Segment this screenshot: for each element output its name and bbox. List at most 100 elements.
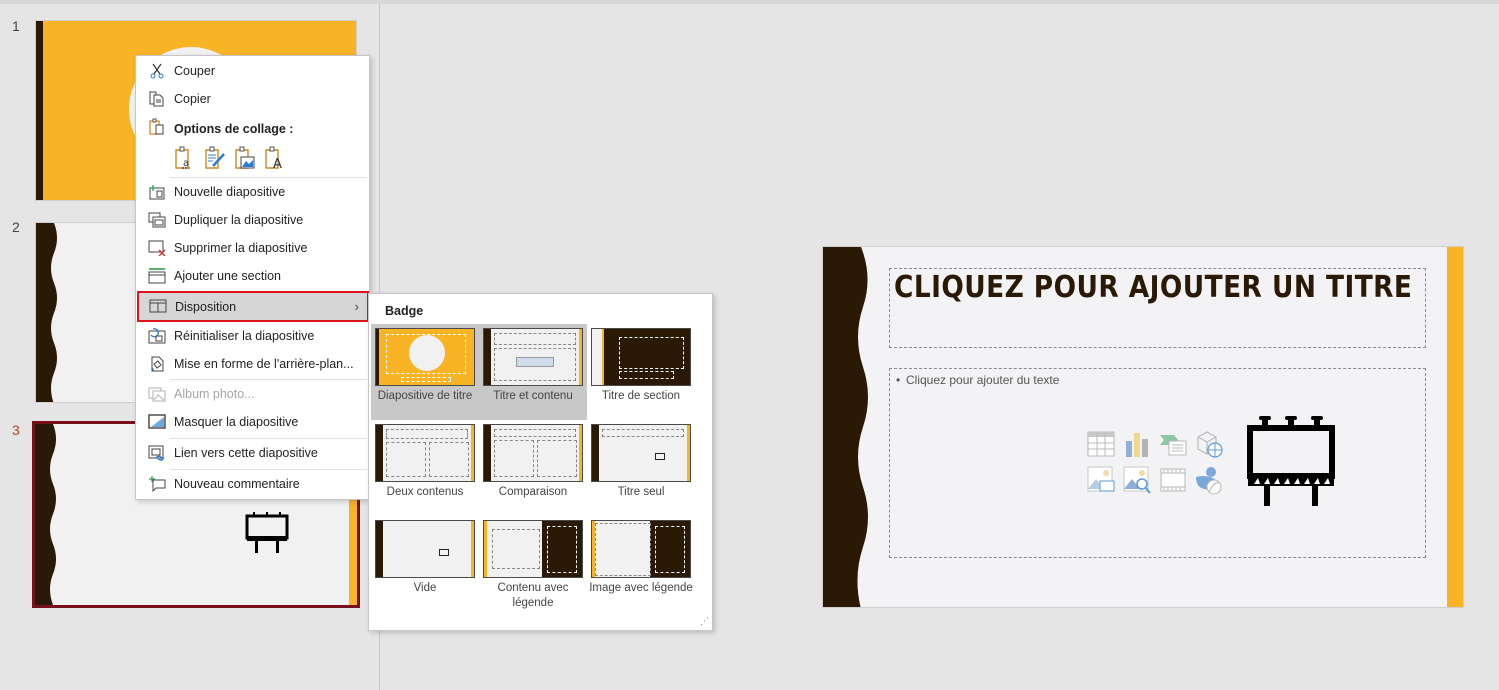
resize-grip-icon[interactable]: ⋰ bbox=[700, 616, 709, 627]
insert-stock-images-button[interactable] bbox=[1122, 465, 1152, 495]
menu-item-label: Mise en forme de l'arrière-plan... bbox=[174, 357, 354, 371]
menu-item-copy[interactable]: Copier bbox=[136, 85, 369, 113]
layout-submenu: Badge Diapositive de titre Titre et cont… bbox=[368, 293, 713, 631]
content-placeholder[interactable]: • Cliquez pour ajouter du texte bbox=[889, 368, 1426, 558]
insert-icons-button[interactable] bbox=[1194, 465, 1224, 495]
layout-thumbnail bbox=[483, 328, 583, 386]
layout-title-and-content[interactable]: Titre et contenu bbox=[479, 324, 587, 404]
insert-smartart-icon bbox=[1160, 435, 1187, 456]
layout-thumbnail bbox=[375, 328, 475, 386]
insert-chart-button[interactable] bbox=[1122, 429, 1152, 459]
gold-side-bar bbox=[1447, 247, 1463, 607]
menu-item-label: Disposition bbox=[175, 299, 237, 314]
layout-label: Image avec légende bbox=[589, 582, 693, 594]
paste-options-heading: Options de collage : bbox=[174, 122, 294, 136]
layout-label: Titre et contenu bbox=[493, 390, 573, 402]
layout-label: Titre de section bbox=[601, 390, 681, 402]
layout-label: Contenu avec légende bbox=[497, 582, 569, 609]
paste-use-destination-theme-button[interactable]: a bbox=[174, 146, 194, 170]
layout-content-with-caption[interactable]: Contenu avec légende bbox=[479, 516, 587, 611]
layout-thumbnail bbox=[375, 520, 475, 578]
menu-item-add-section[interactable]: Ajouter une section bbox=[136, 262, 369, 290]
layout-blank[interactable]: Vide bbox=[371, 516, 479, 596]
layout-picture-with-caption[interactable]: Image avec légende bbox=[587, 516, 695, 596]
menu-item-reset-slide[interactable]: Réinitialiser la diapositive bbox=[136, 322, 369, 350]
menu-item-format-background[interactable]: Mise en forme de l'arrière-plan... bbox=[136, 350, 369, 378]
layout-title-only[interactable]: Titre seul bbox=[587, 420, 695, 500]
paste-keep-source-formatting-button[interactable] bbox=[204, 146, 225, 170]
duplicate-slide-icon bbox=[148, 212, 166, 228]
menu-item-label: Supprimer la diapositive bbox=[174, 241, 308, 255]
menu-item-cut[interactable]: Couper bbox=[136, 57, 369, 85]
menu-item-label: Masquer la diapositive bbox=[174, 415, 299, 429]
insert-3d-model-button[interactable] bbox=[1194, 429, 1224, 459]
paste-picture-icon bbox=[235, 146, 255, 169]
link-slide-icon bbox=[148, 445, 165, 461]
insert-smartart-button[interactable] bbox=[1158, 429, 1188, 459]
paste-icon bbox=[149, 118, 164, 135]
insert-stock-images-icon bbox=[1123, 466, 1151, 494]
insert-video-button[interactable] bbox=[1158, 465, 1188, 495]
billboard-icon[interactable] bbox=[1246, 414, 1336, 506]
menu-item-link-to-slide[interactable]: Lien vers cette diapositive bbox=[136, 439, 369, 467]
bullet: • bbox=[896, 373, 901, 387]
wavy-side-border bbox=[35, 424, 56, 605]
layout-thumbnail bbox=[483, 424, 583, 482]
menu-item-new-slide[interactable]: Nouvelle diapositive bbox=[136, 178, 369, 206]
insert-3d-model-icon bbox=[1197, 431, 1223, 458]
insert-video-icon bbox=[1160, 468, 1186, 492]
layout-thumbnail bbox=[591, 520, 691, 578]
menu-item-layout[interactable]: Disposition › bbox=[137, 291, 369, 322]
insert-table-icon bbox=[1087, 431, 1115, 457]
paste-keep-text-only-button[interactable]: A bbox=[264, 146, 284, 172]
menu-item-hide-slide[interactable]: Masquer la diapositive bbox=[136, 408, 369, 436]
paste-use-destination-theme-icon: a bbox=[175, 146, 190, 169]
menu-item-new-comment[interactable]: Nouveau commentaire bbox=[136, 470, 369, 498]
layout-comparison[interactable]: Comparaison bbox=[479, 420, 587, 500]
menu-item-photo-album[interactable]: Album photo... bbox=[136, 380, 369, 408]
submenu-chevron-icon: › bbox=[354, 299, 359, 314]
menu-item-duplicate-slide[interactable]: Dupliquer la diapositive bbox=[136, 206, 369, 234]
layout-two-content[interactable]: Deux contenus bbox=[371, 420, 479, 500]
paste-options-row: a A bbox=[174, 146, 284, 172]
layout-title-slide[interactable]: Diapositive de titre bbox=[371, 324, 479, 404]
insert-content-icons bbox=[1086, 429, 1224, 495]
format-background-icon bbox=[151, 356, 164, 372]
paste-picture-button[interactable] bbox=[234, 146, 255, 170]
paste-keep-source-formatting-icon bbox=[205, 146, 225, 169]
insert-chart-icon bbox=[1126, 433, 1148, 457]
menu-item-label: Réinitialiser la diapositive bbox=[174, 329, 315, 343]
layout-label: Vide bbox=[413, 582, 437, 594]
title-placeholder[interactable]: CLIQUEZ POUR AJOUTER UN TITRE bbox=[889, 268, 1426, 348]
add-section-icon bbox=[148, 268, 166, 284]
menu-item-delete-slide[interactable]: Supprimer la diapositive bbox=[136, 234, 369, 262]
wavy-side-border bbox=[36, 223, 57, 402]
copy-icon bbox=[149, 91, 164, 107]
menu-item-label: Album photo... bbox=[174, 387, 255, 401]
menu-item-label: Couper bbox=[174, 64, 215, 78]
reset-slide-icon bbox=[148, 328, 166, 344]
insert-picture-button[interactable] bbox=[1086, 465, 1116, 495]
context-menu: Couper Copier Options de collage : a A N… bbox=[135, 55, 370, 500]
wavy-side-border bbox=[823, 247, 868, 607]
hide-slide-icon bbox=[148, 414, 166, 429]
photo-album-icon bbox=[148, 387, 166, 402]
paste-keep-text-only-icon: A bbox=[265, 146, 282, 172]
layout-icon bbox=[149, 299, 167, 313]
layout-section-header[interactable]: Titre de section bbox=[587, 324, 695, 404]
content-placeholder-text: Cliquez pour ajouter du texte bbox=[906, 373, 1060, 387]
menu-item-label: Copier bbox=[174, 92, 211, 106]
menu-item-label: Ajouter une section bbox=[174, 269, 282, 283]
insert-table-button[interactable] bbox=[1086, 429, 1116, 459]
layout-label: Deux contenus bbox=[386, 486, 464, 498]
insert-picture-icon bbox=[1087, 466, 1115, 492]
menu-item-label: Dupliquer la diapositive bbox=[174, 213, 304, 227]
new-slide-icon bbox=[149, 185, 165, 200]
layout-label: Comparaison bbox=[498, 486, 568, 498]
delete-slide-icon bbox=[148, 240, 166, 256]
menu-item-label: Lien vers cette diapositive bbox=[174, 446, 318, 460]
slide-canvas[interactable]: CLIQUEZ POUR AJOUTER UN TITRE • Cliquez … bbox=[822, 246, 1464, 608]
title-placeholder-text: CLIQUEZ POUR AJOUTER UN TITRE bbox=[894, 270, 1413, 305]
scissors-icon bbox=[150, 63, 164, 79]
slide-number-1: 1 bbox=[12, 18, 20, 34]
